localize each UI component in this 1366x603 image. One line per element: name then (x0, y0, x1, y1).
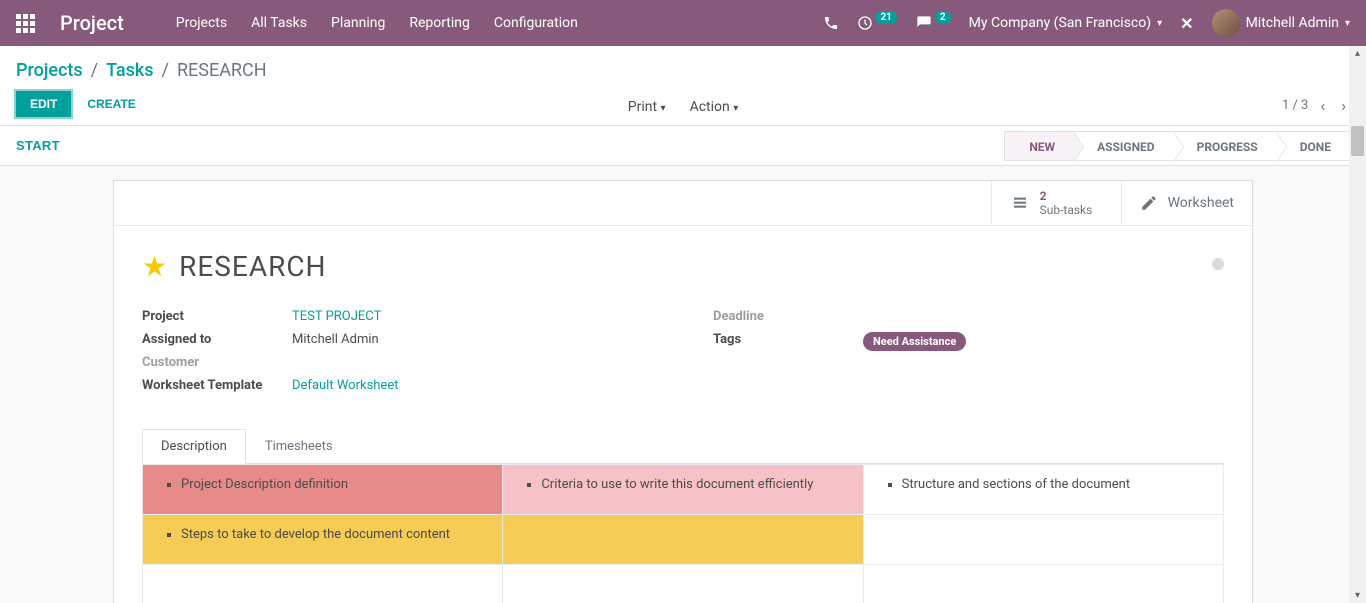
breadcrumb-current: RESEARCH (177, 60, 267, 81)
chevron-down-icon: ▾ (661, 103, 666, 114)
edit-button[interactable]: EDIT (16, 91, 71, 117)
breadcrumb: Projects / Tasks / RESEARCH (16, 60, 1350, 81)
messages-icon[interactable]: 2 (915, 15, 951, 31)
tabs: Description Timesheets (142, 429, 1224, 464)
stage-assigned[interactable]: ASSIGNED (1073, 131, 1173, 161)
company-name: My Company (San Francisco) (969, 15, 1151, 31)
nav-all-tasks[interactable]: All Tasks (239, 15, 319, 31)
worksheet-label: Worksheet (1168, 195, 1234, 211)
label-worksheet-template: Worksheet Template (142, 378, 292, 393)
description-table: Project Description definition Criteria … (142, 464, 1224, 603)
top-nav: Project Projects All Tasks Planning Repo… (0, 0, 1366, 46)
kanban-state-indicator[interactable] (1212, 258, 1224, 270)
value-project[interactable]: TEST PROJECT (292, 309, 381, 324)
subtasks-label: Sub-tasks (1040, 203, 1093, 217)
status-bar: START NEW ASSIGNED PROGRESS DONE (0, 126, 1366, 166)
nav-projects[interactable]: Projects (164, 15, 239, 31)
stat-subtasks[interactable]: 2 Sub-tasks (991, 181, 1121, 225)
pencil-icon (1140, 194, 1158, 212)
pager-prev[interactable]: ‹ (1316, 96, 1329, 115)
user-name: Mitchell Admin (1246, 15, 1339, 31)
avatar (1212, 9, 1240, 37)
activities-count: 21 (875, 11, 896, 24)
stat-worksheet[interactable]: Worksheet (1121, 181, 1252, 225)
label-assigned-to: Assigned to (142, 332, 292, 347)
task-title: RESEARCH (179, 250, 326, 283)
sheet-background: 2 Sub-tasks Worksheet ★ RESEARCH (0, 166, 1366, 603)
user-menu[interactable]: Mitchell Admin ▾ (1212, 9, 1350, 37)
create-button[interactable]: CREATE (87, 97, 135, 111)
print-dropdown[interactable]: Print ▾ (628, 99, 666, 115)
apps-icon[interactable] (16, 14, 35, 33)
stage-new[interactable]: NEW (1004, 131, 1073, 161)
list-icon (1010, 195, 1030, 211)
action-label: Action (690, 99, 730, 115)
desc-cell-2-1: Steps to take to develop the document co… (143, 515, 503, 565)
scroll-thumb[interactable] (1351, 126, 1364, 156)
print-label: Print (628, 99, 657, 115)
breadcrumb-tasks[interactable]: Tasks (106, 60, 153, 81)
label-deadline: Deadline (713, 309, 863, 324)
close-icon[interactable]: ✕ (1180, 14, 1193, 33)
stat-buttons: 2 Sub-tasks Worksheet (114, 181, 1252, 226)
pager: 1 / 3 ‹ › (1282, 96, 1350, 115)
chevron-down-icon: ▾ (1157, 18, 1162, 29)
chevron-down-icon: ▾ (733, 103, 738, 114)
messages-count: 2 (935, 11, 951, 24)
value-worksheet-template[interactable]: Default Worksheet (292, 378, 398, 393)
brand[interactable]: Project (60, 11, 124, 35)
desc-cell-3-2 (503, 565, 863, 603)
fields-grid: Project TEST PROJECT Assigned to Mitchel… (142, 309, 1224, 401)
desc-cell-1-2: Criteria to use to write this document e… (503, 465, 863, 515)
stage-done[interactable]: DONE (1276, 131, 1350, 161)
tab-timesheets[interactable]: Timesheets (246, 429, 352, 464)
control-bar: Projects / Tasks / RESEARCH EDIT CREATE … (0, 46, 1366, 126)
tab-description[interactable]: Description (142, 429, 246, 464)
pager-text: 1 / 3 (1282, 98, 1308, 113)
subtasks-count: 2 (1040, 189, 1093, 203)
desc-cell-2-2 (503, 515, 863, 565)
page-scrollbar[interactable]: ▴ ▾ (1349, 46, 1366, 603)
activities-icon[interactable]: 21 (857, 15, 896, 31)
label-tags: Tags (713, 332, 863, 351)
company-switcher[interactable]: My Company (San Francisco) ▾ (969, 15, 1162, 31)
desc-cell-1-3: Structure and sections of the document (863, 465, 1223, 515)
nav-configuration[interactable]: Configuration (482, 15, 590, 31)
desc-cell-3-1 (143, 565, 503, 603)
desc-cell-3-3 (863, 565, 1223, 603)
breadcrumb-projects[interactable]: Projects (16, 60, 83, 81)
scroll-down-icon[interactable]: ▾ (1349, 590, 1366, 601)
stages: NEW ASSIGNED PROGRESS DONE (1004, 131, 1350, 161)
form-sheet: 2 Sub-tasks Worksheet ★ RESEARCH (113, 180, 1253, 603)
start-button[interactable]: START (16, 138, 60, 153)
label-customer: Customer (142, 355, 292, 370)
action-dropdown[interactable]: Action ▾ (690, 99, 739, 115)
scroll-up-icon[interactable]: ▴ (1349, 48, 1366, 59)
label-project: Project (142, 309, 292, 324)
chevron-down-icon: ▾ (1345, 18, 1350, 29)
desc-cell-2-3 (863, 515, 1223, 565)
nav-planning[interactable]: Planning (319, 15, 397, 31)
desc-cell-1-1: Project Description definition (143, 465, 503, 515)
stage-progress[interactable]: PROGRESS (1173, 131, 1276, 161)
nav-reporting[interactable]: Reporting (397, 15, 482, 31)
star-icon[interactable]: ★ (142, 250, 167, 283)
value-assigned-to: Mitchell Admin (292, 332, 379, 347)
phone-icon[interactable] (823, 15, 839, 31)
tag-need-assistance: Need Assistance (863, 332, 966, 351)
